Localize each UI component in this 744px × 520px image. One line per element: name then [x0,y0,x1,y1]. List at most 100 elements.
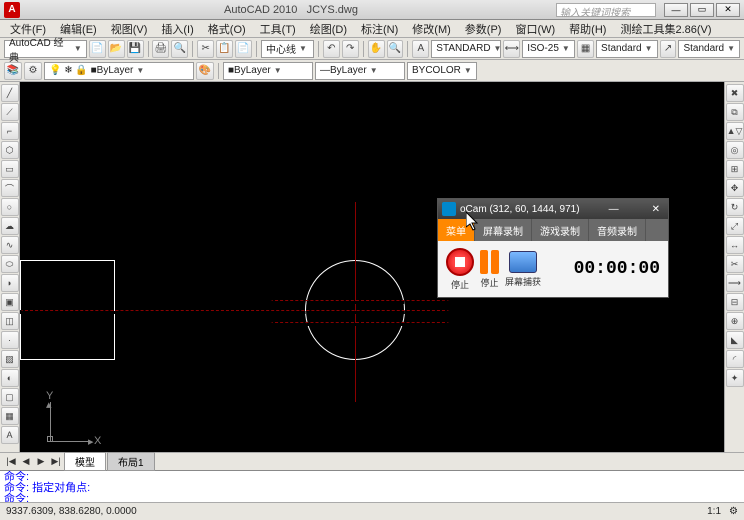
ellipse-arc-icon[interactable]: ◗ [1,274,19,292]
workspace-dropdown[interactable]: AutoCAD 经典▼ [4,40,87,58]
ocam-tab-game[interactable]: 游戏录制 [532,219,589,241]
dimstyle-dropdown[interactable]: ISO-25▼ [522,40,575,58]
menu-help[interactable]: 帮助(H) [563,20,612,38]
textstyle-dropdown[interactable]: STANDARD▼ [431,40,501,58]
copy-icon[interactable]: 📋 [216,40,233,58]
tab-nav-last[interactable]: ▶| [49,455,63,469]
polygon-icon[interactable]: ⬡ [1,141,19,159]
tab-nav-first[interactable]: |◀ [4,455,18,469]
ellipse-icon[interactable]: ⬭ [1,255,19,273]
menu-tools[interactable]: 工具(T) [254,20,302,38]
plot-icon[interactable]: 🖨 [152,40,169,58]
tablestyle-dropdown[interactable]: Standard▼ [596,40,658,58]
tab-model[interactable]: 模型 [64,452,106,471]
rotate-icon[interactable]: ↻ [726,198,744,216]
status-scale[interactable]: 1:1 [707,506,721,517]
insert-block-icon[interactable]: ▣ [1,293,19,311]
dim-style-icon[interactable]: ⟷ [503,40,520,58]
new-icon[interactable]: 📄 [89,40,106,58]
array-icon[interactable]: ⊞ [726,160,744,178]
tab-layout1[interactable]: 布局1 [107,452,155,471]
polyline-icon[interactable]: ⌐ [1,122,19,140]
region-icon[interactable]: ▢ [1,388,19,406]
offset-icon[interactable]: ◎ [726,141,744,159]
status-gear-icon[interactable]: ⚙ [729,506,738,517]
cut-icon[interactable]: ✂ [197,40,214,58]
ocam-titlebar[interactable]: oCam (312, 60, 1444, 971) — ✕ [438,199,668,219]
text-style-icon[interactable]: A [412,40,429,58]
mirror-icon[interactable]: ▲▽ [726,122,744,140]
tab-nav-prev[interactable]: ◀ [19,455,33,469]
color-dropdown[interactable]: ■ ByLayer▼ [223,62,313,80]
revcloud-icon[interactable]: ☁ [1,217,19,235]
ocam-tab-menu[interactable]: 菜单 [438,219,475,241]
redo-icon[interactable]: ↷ [342,40,359,58]
table-style-icon[interactable]: ▦ [577,40,594,58]
layer-props-icon[interactable]: 📚 [4,62,22,80]
menu-window[interactable]: 窗口(W) [509,20,561,38]
menu-format[interactable]: 格式(O) [202,20,252,38]
arc-icon[interactable]: ⌒ [1,179,19,197]
extend-icon[interactable]: ⟶ [726,274,744,292]
rectangle-icon[interactable]: ▭ [1,160,19,178]
ocam-tab-audio[interactable]: 音频录制 [589,219,646,241]
menu-draw[interactable]: 绘图(D) [304,20,353,38]
layer-dropdown[interactable]: 💡 ❄ 🔒 ■ ByLayer▼ [44,62,194,80]
minimize-button[interactable]: — [664,3,688,17]
ocam-minimize[interactable]: — [605,204,623,215]
mtext-icon[interactable]: A [1,426,19,444]
mleaderstyle-dropdown[interactable]: Standard▼ [678,40,740,58]
ocam-window[interactable]: oCam (312, 60, 1444, 971) — ✕ 菜单 屏幕录制 游戏… [437,198,669,298]
menu-modify[interactable]: 修改(M) [406,20,457,38]
plotstyle-dropdown[interactable]: BYCOLOR▼ [407,62,477,80]
command-line[interactable]: 命令: 命令: 指定对角点: 命令: [0,470,744,502]
open-icon[interactable]: 📂 [108,40,125,58]
ocam-pause-button[interactable]: 停止 [480,250,499,289]
explode-icon[interactable]: ✦ [726,369,744,387]
ocam-capture-button[interactable]: 屏幕捕获 [505,251,541,288]
tab-nav-next[interactable]: ▶ [34,455,48,469]
lineweight-dropdown[interactable]: — ByLayer▼ [315,62,405,80]
table-icon[interactable]: ▦ [1,407,19,425]
zoom-icon[interactable]: 🔍 [387,40,404,58]
layer-states-icon[interactable]: ⚙ [24,62,42,80]
hatch-icon[interactable]: ▨ [1,350,19,368]
ocam-close[interactable]: ✕ [648,204,664,215]
spline-icon[interactable]: ∿ [1,236,19,254]
break-icon[interactable]: ⊟ [726,293,744,311]
trim-icon[interactable]: ✂ [726,255,744,273]
circle-icon[interactable]: ○ [1,198,19,216]
preview-icon[interactable]: 🔍 [171,40,188,58]
help-search-input[interactable]: 输入关键词搜索 [556,3,656,17]
pan-icon[interactable]: ✋ [368,40,385,58]
join-icon[interactable]: ⊕ [726,312,744,330]
entity-centerline-h1 [20,310,450,314]
fillet-icon[interactable]: ◜ [726,350,744,368]
menu-parametric[interactable]: 参数(P) [459,20,508,38]
close-button[interactable]: ✕ [716,3,740,17]
ocam-stop-button[interactable]: 停止 [446,248,474,291]
scale-icon[interactable]: ⤢ [726,217,744,235]
gradient-icon[interactable]: ◐ [1,369,19,387]
menu-survey-tools[interactable]: 测绘工具集2.86(V) [614,20,717,38]
mleader-style-icon[interactable]: ↗ [660,40,677,58]
linetype-dropdown[interactable]: 中心线▼ [261,40,314,58]
menu-view[interactable]: 视图(V) [105,20,154,38]
xline-icon[interactable]: ⟋ [1,103,19,121]
menu-dimension[interactable]: 标注(N) [355,20,404,38]
undo-icon[interactable]: ↶ [323,40,340,58]
ocam-tab-screen[interactable]: 屏幕录制 [475,219,532,241]
layer-match-icon[interactable]: 🎨 [196,62,214,80]
point-icon[interactable]: · [1,331,19,349]
chamfer-icon[interactable]: ◣ [726,331,744,349]
move-icon[interactable]: ✥ [726,179,744,197]
line-icon[interactable]: ╱ [1,84,19,102]
make-block-icon[interactable]: ◫ [1,312,19,330]
save-icon[interactable]: 💾 [127,40,144,58]
menu-insert[interactable]: 插入(I) [155,20,199,38]
copy-obj-icon[interactable]: ⧉ [726,103,744,121]
erase-icon[interactable]: ✖ [726,84,744,102]
paste-icon[interactable]: 📄 [235,40,252,58]
stretch-icon[interactable]: ↔ [726,236,744,254]
maximize-button[interactable]: ▭ [690,3,714,17]
